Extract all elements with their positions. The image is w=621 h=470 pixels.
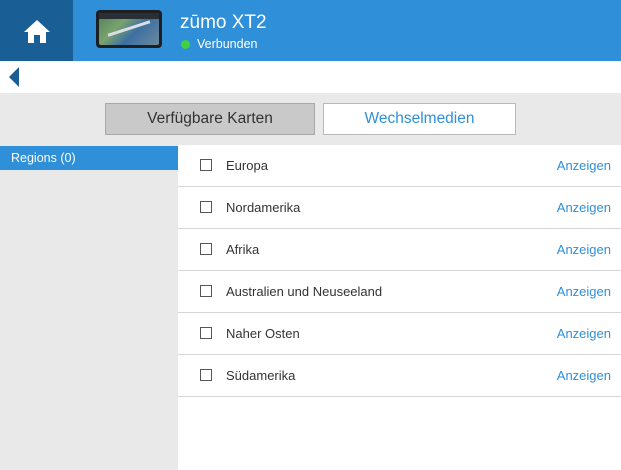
- show-link[interactable]: Anzeigen: [557, 284, 611, 299]
- region-checkbox[interactable]: [200, 327, 212, 339]
- home-icon: [23, 19, 50, 43]
- show-link[interactable]: Anzeigen: [557, 158, 611, 173]
- connection-status: Verbunden: [181, 37, 257, 51]
- app-header: zūmo XT2 Verbunden: [0, 0, 621, 61]
- sidebar-item-regions[interactable]: Regions (0): [0, 146, 178, 170]
- tab-available-maps[interactable]: Verfügbare Karten: [105, 103, 315, 135]
- list-item: Afrika Anzeigen: [178, 229, 621, 271]
- device-name: zūmo XT2: [180, 12, 267, 33]
- region-name: Australien und Neuseeland: [226, 284, 383, 299]
- region-checkbox[interactable]: [200, 243, 212, 255]
- navigation-bar: [0, 61, 621, 93]
- tab-removable-media[interactable]: Wechselmedien: [323, 103, 516, 135]
- home-button[interactable]: [0, 0, 73, 61]
- region-name: Nordamerika: [226, 200, 301, 215]
- show-link[interactable]: Anzeigen: [557, 242, 611, 257]
- list-item: Südamerika Anzeigen: [178, 355, 621, 397]
- region-list: Europa Anzeigen Nordamerika Anzeigen Afr…: [178, 145, 621, 397]
- list-item: Naher Osten Anzeigen: [178, 313, 621, 355]
- show-link[interactable]: Anzeigen: [557, 200, 611, 215]
- show-link[interactable]: Anzeigen: [557, 368, 611, 383]
- status-label: Verbunden: [197, 37, 258, 51]
- region-checkbox[interactable]: [200, 285, 212, 297]
- region-checkbox[interactable]: [200, 369, 212, 381]
- back-button[interactable]: [4, 66, 24, 88]
- show-link[interactable]: Anzeigen: [557, 326, 611, 341]
- region-name: Naher Osten: [226, 326, 300, 341]
- tab-bar: Verfügbare Karten Wechselmedien: [0, 93, 621, 145]
- device-image: [96, 10, 162, 48]
- region-name: Afrika: [226, 242, 260, 257]
- sidebar: Regions (0): [0, 145, 178, 470]
- status-dot-icon: [181, 39, 190, 49]
- region-name: Europa: [226, 158, 268, 173]
- list-item: Australien und Neuseeland Anzeigen: [178, 271, 621, 313]
- list-item: Europa Anzeigen: [178, 145, 621, 187]
- list-item: Nordamerika Anzeigen: [178, 187, 621, 229]
- region-checkbox[interactable]: [200, 201, 212, 213]
- chevron-left-icon: [9, 67, 19, 87]
- region-name: Südamerika: [226, 368, 296, 383]
- region-checkbox[interactable]: [200, 159, 212, 171]
